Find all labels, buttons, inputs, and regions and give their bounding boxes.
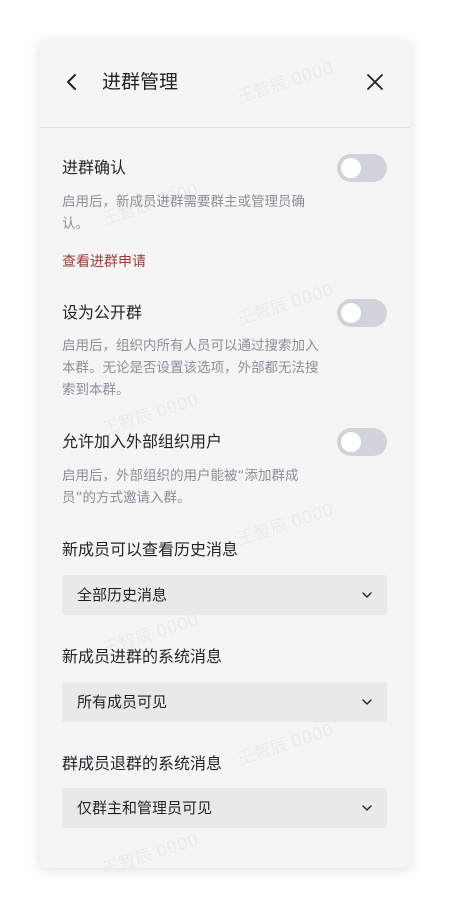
join-system-message-title: 新成员进群的系统消息 (62, 647, 223, 666)
public-group-title: 设为公开群 (62, 303, 143, 322)
view-join-requests-link[interactable]: 查看进群申请 (62, 251, 146, 273)
public-group-toggle[interactable] (337, 299, 387, 327)
toggle-knob (341, 158, 361, 178)
chevron-down-icon (362, 699, 372, 705)
header: 进群管理 (40, 40, 410, 128)
join-confirm-description: 启用后，新成员进群需要群主或管理员确认。 (62, 194, 305, 232)
chevron-down-icon (362, 805, 372, 811)
history-messages-title: 新成员可以查看历史消息 (62, 540, 239, 559)
external-users-toggle[interactable] (337, 428, 387, 456)
toggle-knob (341, 303, 361, 323)
join-system-message-value: 所有成员可见 (77, 693, 168, 711)
chevron-down-icon (362, 592, 372, 598)
external-users-description: 启用后，外部组织的用户能被“添加群成员”的方式邀请入群。 (62, 468, 299, 506)
leave-system-message-value: 仅群主和管理员可见 (77, 799, 213, 817)
close-icon[interactable] (364, 71, 386, 93)
header-divider (40, 127, 410, 128)
join-confirm-toggle[interactable] (337, 154, 387, 182)
join-system-message-select[interactable]: 所有成员可见 (62, 682, 387, 722)
watermark: 王智辰 0000 (234, 275, 336, 330)
toggle-knob (341, 432, 361, 452)
leave-system-message-title: 群成员退群的系统消息 (62, 754, 223, 773)
leave-system-message-select[interactable]: 仅群主和管理员可见 (62, 788, 387, 828)
watermark: 王智辰 0000 (234, 715, 336, 770)
external-users-title: 允许加入外部组织用户 (62, 432, 223, 451)
join-confirm-title: 进群确认 (62, 158, 127, 177)
page-title: 进群管理 (102, 71, 179, 93)
watermark: 王智辰 0000 (99, 825, 201, 868)
history-messages-value: 全部历史消息 (77, 586, 168, 604)
group-join-management-panel: 王智辰 0000 王智辰 0000 王智辰 0000 王智辰 0000 王智辰 … (40, 40, 410, 868)
history-messages-select[interactable]: 全部历史消息 (62, 575, 387, 615)
public-group-description: 启用后，组织内所有人员可以通过搜索加入本群。无论是否设置该选项，外部都无法搜索到… (62, 338, 319, 398)
chevron-left-icon[interactable] (60, 70, 84, 94)
